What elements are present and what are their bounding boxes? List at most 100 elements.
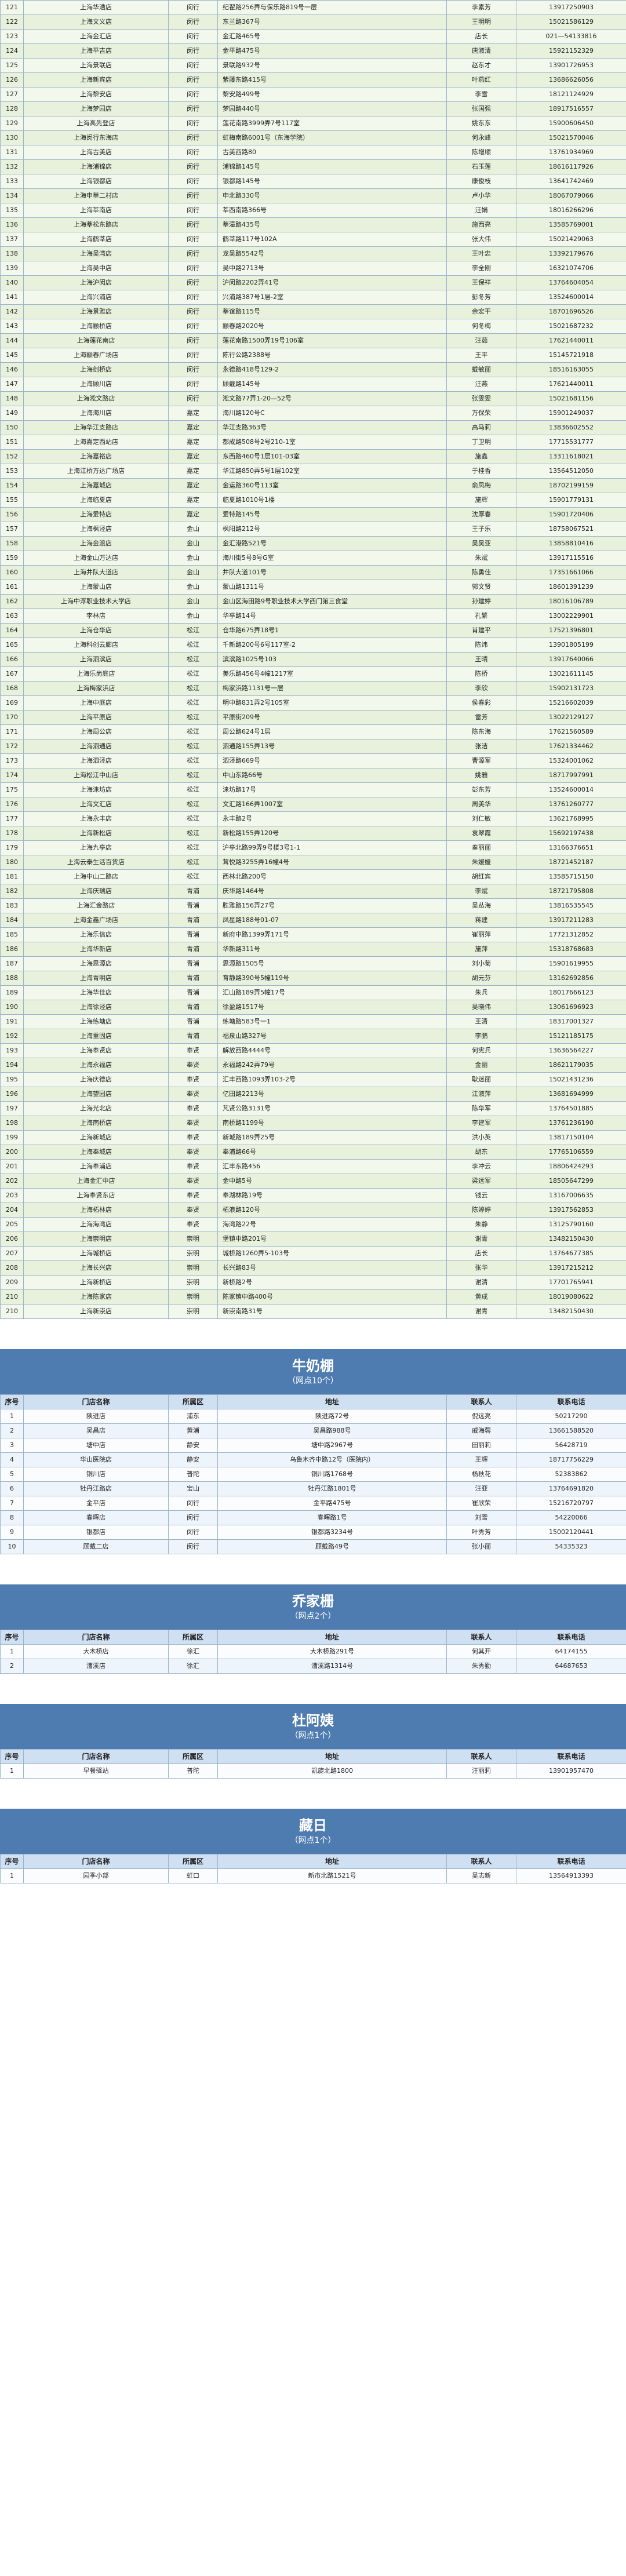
store-name: 上海顾川店 [23, 377, 169, 392]
row-number: 151 [0, 435, 24, 450]
store-name: 吴昌店 [23, 1423, 169, 1438]
store-name: 塘中店 [23, 1438, 169, 1453]
district: 闵行 [168, 14, 218, 30]
district: 青浦 [168, 971, 218, 986]
contact-person: 李欣 [446, 681, 516, 696]
contact-phone: 13021611145 [516, 666, 626, 682]
contact-phone: 13764501885 [516, 1101, 626, 1116]
table-row: 126 上海新宾店 闵行 紫藤东路415号 叶燕红 13686626056 [0, 72, 626, 88]
contact-phone: 13901957470 [516, 1764, 626, 1779]
table-row: 131 上海古美店 闵行 古美西路80 陈增顺 13761934969 [0, 145, 626, 160]
table-row: 146 上海剑桥店 闵行 永德路418号129-2 戴敏丽 18516163055 [0, 362, 626, 377]
row-number: 170 [0, 710, 24, 725]
address: 文汇路166弄1007室 [217, 797, 447, 812]
address: 申北路330号 [217, 188, 447, 203]
table-row: 187 上海思源店 青浦 思源路1505号 刘小菊 15901619955 [0, 956, 626, 971]
address: 新松路155弄120号 [217, 826, 447, 841]
row-number: 164 [0, 623, 24, 638]
address: 爱特路145号 [217, 507, 447, 522]
row-number: 1 [0, 1409, 24, 1424]
contact-phone: 15216720797 [516, 1496, 626, 1511]
district: 松江 [168, 695, 218, 711]
district: 奉贤 [168, 1116, 218, 1131]
contact-phone: 15021586129 [516, 14, 626, 30]
contact-person: 陈婷婷 [446, 1203, 516, 1218]
contact-person: 陈增顺 [446, 145, 516, 160]
table-row: 156 上海爱特店 嘉定 爱特路145号 沈厚春 15901720406 [0, 507, 626, 522]
column-header: 联系电话 [516, 1854, 626, 1869]
store-name: 上海吴湾店 [23, 246, 169, 261]
table-row: 141 上海兴浦店 闵行 兴浦路387号1层-2室 彭冬芳 13524600014 [0, 290, 626, 305]
district: 青浦 [168, 1000, 218, 1015]
store-name: 上海吴中店 [23, 261, 169, 276]
store-name: 牡丹江路店 [23, 1481, 169, 1496]
district: 松江 [168, 710, 218, 725]
table-row: 157 上海枫泾店 金山 枫阳路212号 王子乐 18758067521 [0, 522, 626, 537]
column-header: 联系人 [446, 1394, 516, 1409]
contact-phone: 13761236190 [516, 1116, 626, 1131]
column-header: 门店名称 [23, 1630, 169, 1645]
contact-person: 周美华 [446, 797, 516, 812]
contact-person: 侯春彩 [446, 695, 516, 711]
store-name: 上海柘林店 [23, 1203, 169, 1218]
contact-phone: 13917115516 [516, 551, 626, 566]
table-row: 135 上海莘南店 闵行 莘西南路366号 汪娟 18016266296 [0, 203, 626, 218]
table-row: 183 上海汇金路店 青浦 胜雅路156弄27号 吴丛海 13816535545 [0, 898, 626, 913]
store-name: 上海青明店 [23, 971, 169, 986]
table-row: 201 上海奉浦店 奉贤 汇丰东路456 李冲云 18806424293 [0, 1159, 626, 1174]
store-name: 上海科创云廊店 [23, 637, 169, 653]
store-name: 上海云泰生活百货店 [23, 855, 169, 870]
row-number: 134 [0, 188, 24, 203]
address: 金中路5号 [217, 1174, 447, 1189]
contact-phone: 13392179676 [516, 246, 626, 261]
district: 闵行 [168, 319, 218, 334]
address: 仓华路675弄18号1 [217, 623, 447, 638]
district: 普陀 [168, 1764, 218, 1779]
table-row: 127 上海黎安店 闵行 黎安路499号 李雪 18121124929 [0, 87, 626, 102]
contact-person: 张小丽 [446, 1539, 516, 1554]
address: 东西路460号1层101-03室 [217, 449, 447, 464]
table-row: 130 上海闵行东海店 闵行 虹梅南路6001号（东海学院） 何永峰 1502157004… [0, 130, 626, 145]
row-number: 141 [0, 290, 24, 305]
column-header: 序号 [0, 1630, 24, 1645]
store-name: 上海泗通店 [23, 739, 169, 754]
store-name: 上海泗滨店 [23, 652, 169, 667]
district: 松江 [168, 797, 218, 812]
store-name: 上海永福店 [23, 1058, 169, 1073]
column-header: 所属区 [168, 1630, 218, 1645]
table-row: 4 华山医院店 静安 乌鲁木齐中路12号（医院内） 王辉 18717756229 [0, 1452, 626, 1467]
store-name: 上海奉城店 [23, 1145, 169, 1160]
district: 崇明 [168, 1231, 218, 1247]
address: 永福路242弄79号 [217, 1058, 447, 1073]
contact-person: 施萍 [446, 942, 516, 957]
contact-phone: 13686626056 [516, 72, 626, 88]
row-number: 188 [0, 971, 24, 986]
table-row: 122 上海文义店 闵行 东兰路367号 王明明 15021586129 [0, 14, 626, 30]
table-row: 128 上海梦园店 闵行 梦园路440号 张国强 18917516557 [0, 101, 626, 116]
section-subtitle: （网点2个） [290, 1612, 336, 1621]
contact-phone: 15021429063 [516, 232, 626, 247]
district: 奉贤 [168, 1043, 218, 1058]
contact-person: 王保祥 [446, 275, 516, 290]
table-row: 9 银都店 闵行 银都路3234号 叶秀芳 15002120441 [0, 1525, 626, 1540]
contact-phone: 15901249037 [516, 406, 626, 421]
row-number: 127 [0, 87, 24, 102]
table-row: 1 陕进店 浦东 陕进路72号 倪远亮 50217290 [0, 1409, 626, 1424]
column-header: 门店名称 [23, 1749, 169, 1764]
row-number: 3 [0, 1438, 24, 1453]
section-table: 序号 门店名称 所属区 地址 联系人 联系电话 1 早餐驿站 普陀 凯旋北路1800 汪丽莉 1390… [0, 1749, 626, 1779]
column-header: 联系人 [446, 1749, 516, 1764]
contact-person: 施西亮 [446, 217, 516, 232]
contact-phone: 13167006635 [516, 1188, 626, 1203]
district: 松江 [168, 826, 218, 841]
address: 临夏路1010号1楼 [217, 493, 447, 508]
contact-person: 于桂香 [446, 464, 516, 479]
table-row: 155 上海临夏店 嘉定 临夏路1010号1楼 施辉 15901779131 [0, 493, 626, 508]
address: 庆华路1464号 [217, 884, 447, 899]
contact-person: 康俊枝 [446, 174, 516, 189]
row-number: 196 [0, 1087, 24, 1102]
contact-phone: 15021681156 [516, 391, 626, 406]
table-row: 206 上海崇明店 崇明 堡镇中路201号 谢青 13482150430 [0, 1231, 626, 1247]
contact-person: 何永峰 [446, 130, 516, 145]
store-name: 春晖店 [23, 1510, 169, 1525]
